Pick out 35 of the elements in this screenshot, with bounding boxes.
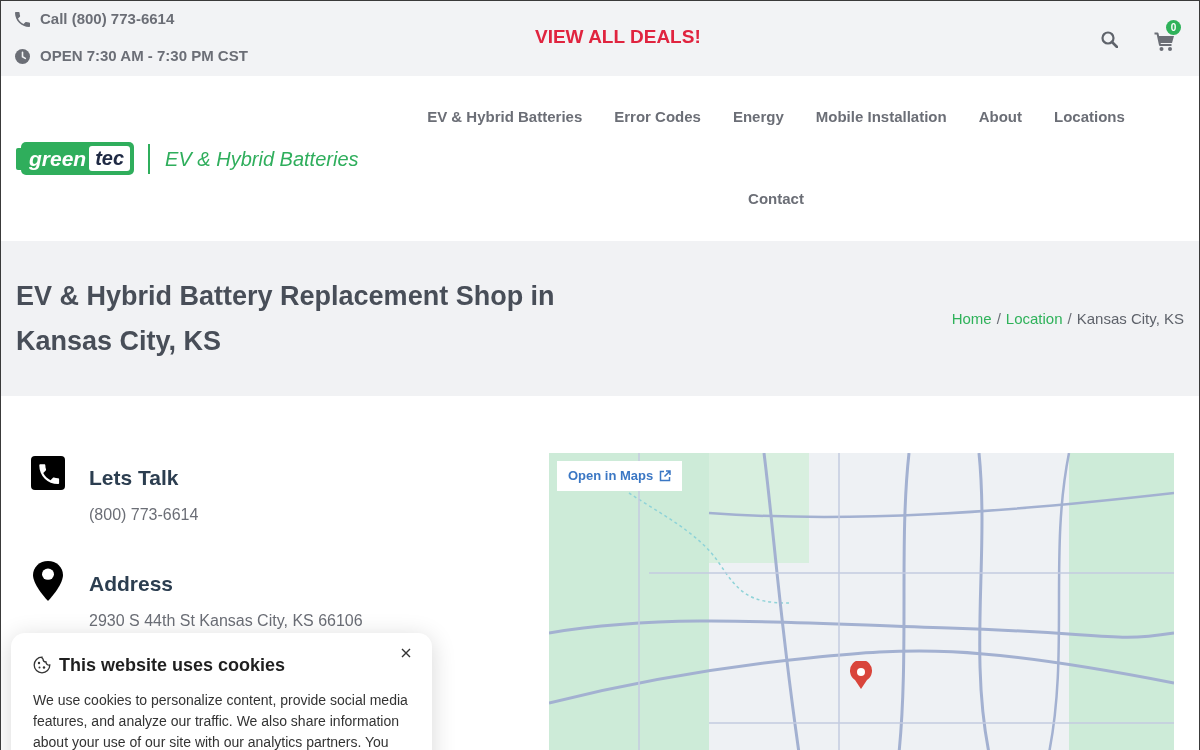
nav-link[interactable]: About — [962, 76, 1038, 158]
nav-link[interactable]: Energy — [716, 76, 800, 158]
map-marker-icon — [849, 661, 873, 689]
contact-heading: Address — [89, 571, 175, 597]
breadcrumb-current: Kansas City, KS — [1076, 308, 1184, 329]
cart-icon[interactable] — [1154, 31, 1175, 52]
search-icon[interactable] — [1101, 31, 1118, 48]
deals-link[interactable]: VIEW ALL DEALS! — [535, 24, 701, 49]
close-icon[interactable] — [401, 648, 411, 658]
external-link-icon — [659, 470, 672, 482]
open-in-maps-button[interactable]: Open in Maps — [557, 461, 683, 491]
phone-link[interactable]: Call (800) 773-6614 — [40, 9, 175, 29]
logo-tagline: EV & Hybrid Batteries — [165, 146, 359, 171]
nav-link[interactable]: Locations — [1037, 76, 1141, 158]
contact-detail: 2930 S 44th St Kansas City, KS 66106 — [89, 612, 363, 630]
breadcrumb-separator: / — [1067, 308, 1072, 329]
nav-link[interactable]: Mobile Installation — [799, 76, 963, 158]
contact-detail: (800) 773-6614 — [89, 506, 199, 524]
nav-link[interactable]: EV & Hybrid Batteries — [411, 76, 599, 158]
cart-count-badge: 0 — [1166, 19, 1181, 35]
cookie-banner-text: We use cookies to personalize content, provide social media features, and analyze our traffic. We also share information about your use of our site with our analytics partners. You — [33, 691, 409, 750]
cookie-banner-title: This website uses cookies — [59, 654, 286, 677]
page-title: EV & Hybrid Battery Replacement Shop in Kansas City, KS — [16, 279, 556, 358]
logo-brand-prefix: green — [29, 146, 87, 171]
phone-icon — [15, 11, 30, 27]
breadcrumb-separator: / — [996, 308, 1001, 329]
clock-icon — [15, 48, 30, 64]
nav-link[interactable]: Contact — [732, 158, 820, 240]
logo-brand-suffix: tec — [89, 146, 131, 171]
contact-heading: Lets Talk — [89, 465, 180, 491]
opening-hours: OPEN 7:30 AM - 7:30 PM CST — [40, 46, 248, 66]
cookie-icon — [33, 656, 51, 674]
nav-link[interactable]: Error Codes — [598, 76, 717, 158]
location-pin-icon — [33, 561, 63, 601]
phone-icon — [31, 456, 65, 490]
